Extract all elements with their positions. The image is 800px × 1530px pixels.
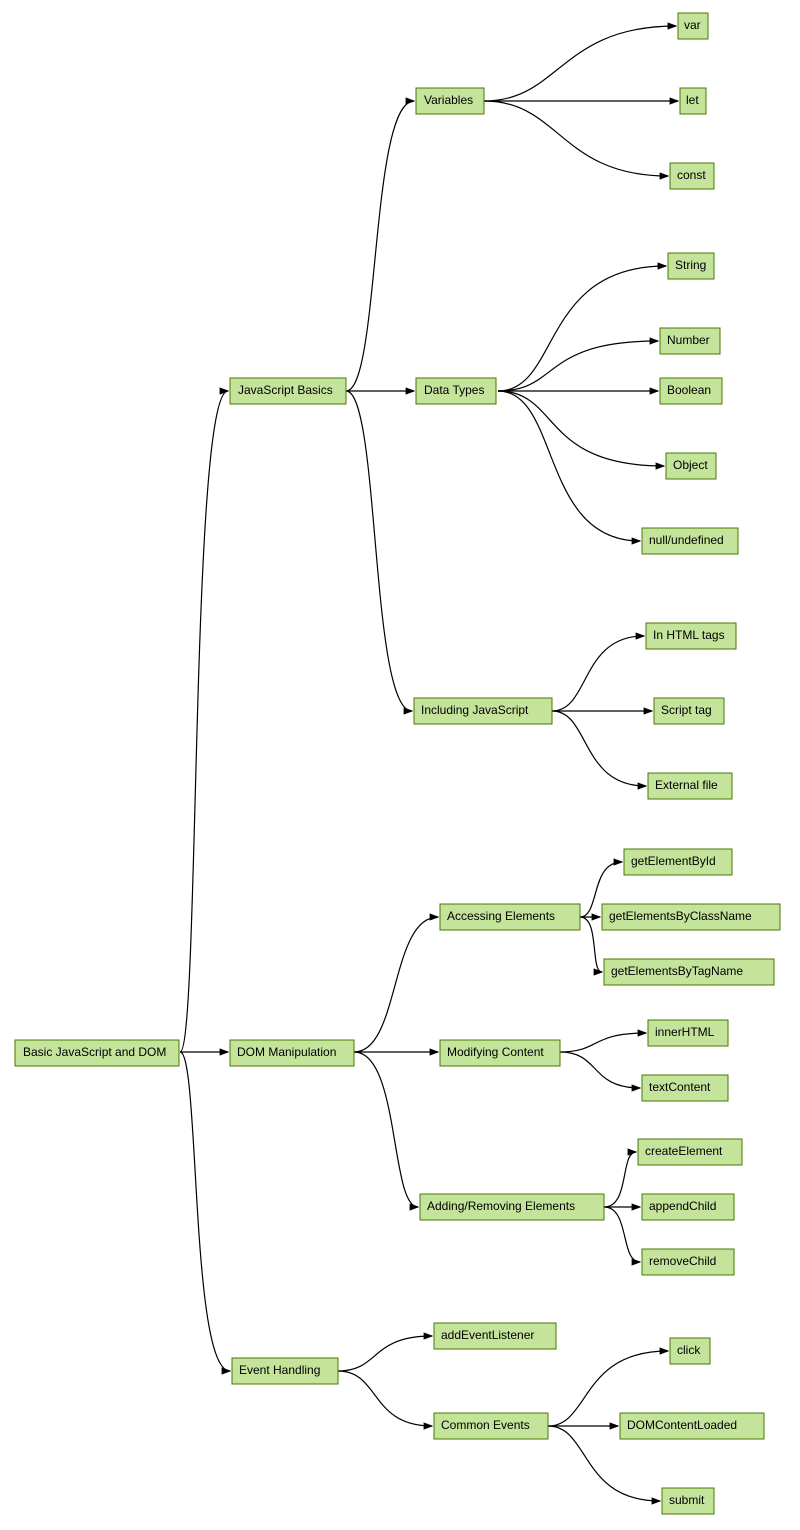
node-variables: Variables — [416, 88, 484, 114]
edge — [604, 1207, 640, 1262]
label-in-html: In HTML tags — [653, 628, 725, 642]
label-appendch: appendChild — [649, 1199, 716, 1213]
label-innerhtml: innerHTML — [655, 1025, 715, 1039]
label-string: String — [675, 258, 706, 272]
label-getid: getElementById — [631, 854, 716, 868]
node-evt-handling: Event Handling — [232, 1358, 338, 1384]
label-const: const — [677, 168, 706, 182]
node-innerhtml: innerHTML — [648, 1020, 728, 1046]
node-submit: submit — [662, 1488, 714, 1514]
node-addremove: Adding/Removing Elements — [420, 1194, 604, 1220]
edge — [346, 101, 414, 391]
node-data-types: Data Types — [416, 378, 496, 404]
label-variables: Variables — [424, 93, 473, 107]
node-null-undef: null/undefined — [642, 528, 738, 554]
node-modifying: Modifying Content — [440, 1040, 560, 1066]
node-common-evt: Common Events — [434, 1413, 548, 1439]
node-dom-manip: DOM Manipulation — [230, 1040, 354, 1066]
label-submit: submit — [669, 1493, 705, 1507]
edge — [354, 917, 438, 1052]
label-click: click — [677, 1343, 701, 1357]
node-object: Object — [666, 453, 716, 479]
edge — [498, 341, 658, 391]
edge — [180, 1052, 230, 1371]
label-let: let — [686, 93, 699, 107]
label-removech: removeChild — [649, 1254, 716, 1268]
node-boolean: Boolean — [660, 378, 722, 404]
node-getclass: getElementsByClassName — [602, 904, 780, 930]
label-addremove: Adding/Removing Elements — [427, 1199, 575, 1213]
node-addlistener: addEventListener — [434, 1323, 556, 1349]
edge — [498, 391, 640, 541]
node-let: let — [680, 88, 706, 114]
node-removech: removeChild — [642, 1249, 734, 1275]
node-createel: createElement — [638, 1139, 742, 1165]
label-including-js: Including JavaScript — [421, 703, 529, 717]
label-domloaded: DOMContentLoaded — [627, 1418, 737, 1432]
node-domloaded: DOMContentLoaded — [620, 1413, 764, 1439]
edge — [604, 1152, 636, 1207]
label-root: Basic JavaScript and DOM — [23, 1045, 166, 1059]
node-gettag: getElementsByTagName — [604, 959, 774, 985]
label-object: Object — [673, 458, 708, 472]
node-js-basics: JavaScript Basics — [230, 378, 346, 404]
label-script-tag: Script tag — [661, 703, 712, 717]
node-getid: getElementById — [624, 849, 732, 875]
edge — [498, 266, 666, 391]
label-data-types: Data Types — [424, 383, 484, 397]
node-in-html: In HTML tags — [646, 623, 736, 649]
label-createel: createElement — [645, 1144, 723, 1158]
label-textcontent: textContent — [649, 1080, 711, 1094]
label-accessing: Accessing Elements — [447, 909, 555, 923]
node-number: Number — [660, 328, 720, 354]
label-getclass: getElementsByClassName — [609, 909, 752, 923]
label-ext-file: External file — [655, 778, 718, 792]
node-including-js: Including JavaScript — [414, 698, 552, 724]
node-string: String — [668, 253, 714, 279]
node-ext-file: External file — [648, 773, 732, 799]
node-textcontent: textContent — [642, 1075, 728, 1101]
edge — [180, 391, 228, 1052]
label-evt-handling: Event Handling — [239, 1363, 320, 1377]
label-gettag: getElementsByTagName — [611, 964, 743, 978]
edge — [338, 1371, 432, 1426]
node-var: var — [678, 13, 708, 39]
edge — [346, 391, 412, 711]
edge — [580, 917, 602, 972]
node-appendch: appendChild — [642, 1194, 734, 1220]
edge — [552, 711, 646, 786]
label-var: var — [684, 18, 701, 32]
edge — [552, 636, 644, 711]
label-addlistener: addEventListener — [441, 1328, 534, 1342]
edge — [484, 26, 676, 101]
edge — [484, 101, 668, 176]
edge — [354, 1052, 418, 1207]
node-const: const — [670, 163, 714, 189]
label-boolean: Boolean — [667, 383, 711, 397]
node-root: Basic JavaScript and DOM — [15, 1040, 179, 1066]
label-null-undef: null/undefined — [649, 533, 724, 547]
node-script-tag: Script tag — [654, 698, 724, 724]
edge — [560, 1052, 640, 1088]
label-dom-manip: DOM Manipulation — [237, 1045, 336, 1059]
node-click: click — [670, 1338, 710, 1364]
node-accessing: Accessing Elements — [440, 904, 580, 930]
edge — [560, 1033, 646, 1052]
label-common-evt: Common Events — [441, 1418, 530, 1432]
label-number: Number — [667, 333, 710, 347]
label-modifying: Modifying Content — [447, 1045, 544, 1059]
edge — [338, 1336, 432, 1371]
label-js-basics: JavaScript Basics — [238, 383, 333, 397]
